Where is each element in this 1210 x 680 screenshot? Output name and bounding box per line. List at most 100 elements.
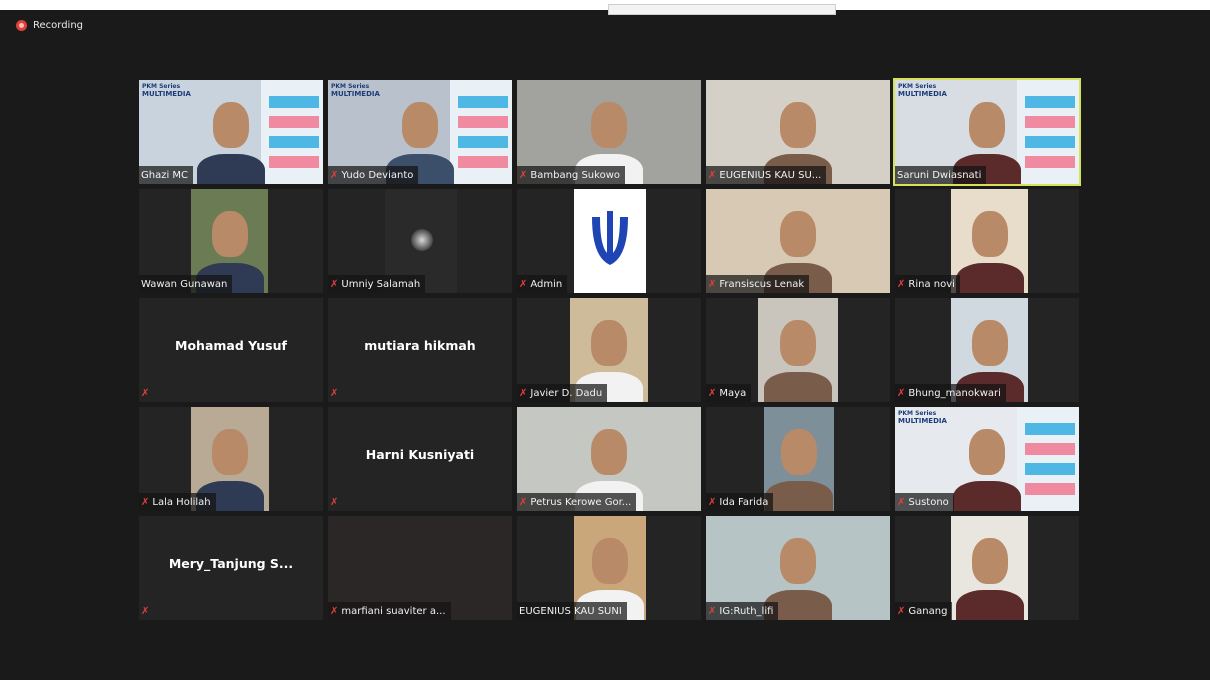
slide-series-text: PKM Series xyxy=(142,83,181,90)
participant-nameplate: ✗ Bambang Sukowo xyxy=(517,166,625,184)
participant-tile[interactable]: ✗ Petrus Kerowe Gor... xyxy=(517,407,701,511)
person-face xyxy=(212,429,248,475)
slide-block xyxy=(269,116,319,128)
participant-name-label: Sustono xyxy=(908,496,949,508)
participant-tile[interactable]: PKM Series MULTIMEDIA Saruni Dwiasnati xyxy=(893,78,1081,186)
participant-tile[interactable]: ✗ marfiani suaviter a... xyxy=(328,516,512,620)
video-feed xyxy=(758,298,838,402)
person-silhouette xyxy=(764,372,832,402)
muted-mic-icon: ✗ xyxy=(519,169,528,181)
muted-mic-icon: ✗ xyxy=(141,387,150,399)
slide-block xyxy=(1025,463,1075,475)
participant-nameplate: ✗ Umniy Salamah xyxy=(328,275,426,293)
muted-mic-icon: ✗ xyxy=(897,387,906,399)
muted-mic-icon: ✗ xyxy=(708,605,717,617)
participant-tile[interactable]: Wawan Gunawan xyxy=(139,189,323,293)
muted-mic-icon: ✗ xyxy=(330,387,339,399)
person-silhouette xyxy=(955,263,1024,293)
participant-nameplate: ✗ Ganang xyxy=(895,602,953,620)
participant-name-label: Ida Farida xyxy=(719,496,769,508)
muted-mic-icon: ✗ xyxy=(708,387,717,399)
participant-tile[interactable]: ✗ Rina novi xyxy=(895,189,1079,293)
muted-mic-icon: ✗ xyxy=(897,496,906,508)
participant-tile[interactable]: ✗ Fransiscus Lenak xyxy=(706,189,890,293)
participant-nameplate: Ghazi MC xyxy=(139,166,194,184)
participant-nameplate: ✗ Fransiscus Lenak xyxy=(706,275,810,293)
participant-tile[interactable]: Mohamad Yusuf ✗ xyxy=(139,298,323,402)
participant-tile[interactable]: ✗ Lala Holilah xyxy=(139,407,323,511)
moon-image xyxy=(411,229,433,251)
participant-nameplate: ✗ EUGENIUS KAU SU... xyxy=(706,166,827,184)
participant-tile[interactable]: ✗ Umniy Salamah xyxy=(328,189,512,293)
person-face xyxy=(781,429,817,475)
person-face xyxy=(213,102,249,148)
muted-mic-icon: ✗ xyxy=(141,605,150,617)
participant-tile[interactable]: ✗ EUGENIUS KAU SU... xyxy=(706,80,890,184)
slide-block xyxy=(1025,96,1075,108)
slide-block xyxy=(269,156,319,168)
slide-block xyxy=(1025,156,1075,168)
person-silhouette xyxy=(953,481,1021,511)
participant-tile[interactable]: mutiara hikmah ✗ xyxy=(328,298,512,402)
participant-tile[interactable]: EUGENIUS KAU SUNI xyxy=(517,516,701,620)
muted-mic-icon: ✗ xyxy=(519,496,528,508)
person-face xyxy=(780,320,816,366)
muted-mic-icon: ✗ xyxy=(519,387,528,399)
person-face xyxy=(971,538,1008,584)
participant-display-name: mutiara hikmah xyxy=(364,338,476,353)
participant-nameplate: ✗ IG:Ruth_lifi xyxy=(706,602,779,620)
participant-tile[interactable]: ✗ Bhung_manokwari xyxy=(895,298,1079,402)
person-face xyxy=(780,538,816,584)
person-face xyxy=(592,538,628,584)
participant-name-label: Bhung_manokwari xyxy=(908,387,1001,399)
slide-backdrop xyxy=(261,80,323,184)
participant-tile[interactable]: ✗ Admin xyxy=(517,189,701,293)
slide-title-text: MULTIMEDIA xyxy=(898,90,947,98)
participant-name-label: Maya xyxy=(719,387,747,399)
person-face xyxy=(402,102,438,148)
muted-mic-icon: ✗ xyxy=(708,169,717,181)
recording-indicator[interactable]: Recording xyxy=(16,20,83,31)
participant-tile[interactable]: ✗ Javier D. Dadu xyxy=(517,298,701,402)
participant-tile[interactable]: ✗ Ida Farida xyxy=(706,407,890,511)
participant-name-label: IG:Ruth_lifi xyxy=(719,605,774,617)
participant-nameplate: ✗ Yudo Devianto xyxy=(328,166,419,184)
person-silhouette xyxy=(955,590,1024,620)
participant-tile[interactable]: ✗ Maya xyxy=(706,298,890,402)
participant-name-label: Lala Holilah xyxy=(152,496,211,508)
participant-name-label: Rina novi xyxy=(908,278,955,290)
muted-mic-icon: ✗ xyxy=(708,278,717,290)
participant-name-label: Wawan Gunawan xyxy=(141,278,228,290)
slide-block xyxy=(269,136,319,148)
participant-name-label: EUGENIUS KAU SUNI xyxy=(519,605,622,617)
participant-name-label: EUGENIUS KAU SU... xyxy=(719,169,822,181)
participant-nameplate: ✗ Admin xyxy=(517,275,568,293)
share-toolbar[interactable] xyxy=(608,4,836,15)
participant-name-label: Ghazi MC xyxy=(141,169,189,181)
person-face xyxy=(969,102,1005,148)
participant-nameplate: Wawan Gunawan xyxy=(139,275,233,293)
person-silhouette xyxy=(197,154,265,184)
slide-block xyxy=(458,136,508,148)
participant-tile[interactable]: ✗ IG:Ruth_lifi xyxy=(706,516,890,620)
participant-tile[interactable]: Mery_Tanjung S... ✗ xyxy=(139,516,323,620)
participant-tile[interactable]: ✗ Ganang xyxy=(895,516,1079,620)
slide-block xyxy=(1025,423,1075,435)
slide-block xyxy=(269,96,319,108)
participant-nameplate: ✗ xyxy=(328,384,343,402)
participant-nameplate: ✗ Bhung_manokwari xyxy=(895,384,1006,402)
slide-backdrop xyxy=(1017,80,1079,184)
slide-backdrop xyxy=(450,80,512,184)
video-feed xyxy=(951,516,1028,620)
participant-tile[interactable]: PKM Series MULTIMEDIA Ghazi MC xyxy=(139,80,323,184)
muted-mic-icon: ✗ xyxy=(708,496,717,508)
university-logo-icon xyxy=(592,211,628,265)
participant-tile[interactable]: Harni Kusniyati ✗ xyxy=(328,407,512,511)
slide-backdrop xyxy=(1017,407,1079,511)
participant-tile[interactable]: ✗ Bambang Sukowo xyxy=(517,80,701,184)
participant-nameplate: ✗ xyxy=(139,602,154,620)
participant-tile[interactable]: PKM Series MULTIMEDIA ✗ Sustono xyxy=(895,407,1079,511)
slide-series-text: PKM Series xyxy=(898,410,937,417)
participant-tile[interactable]: PKM Series MULTIMEDIA ✗ Yudo Devianto xyxy=(328,80,512,184)
muted-mic-icon: ✗ xyxy=(330,169,339,181)
